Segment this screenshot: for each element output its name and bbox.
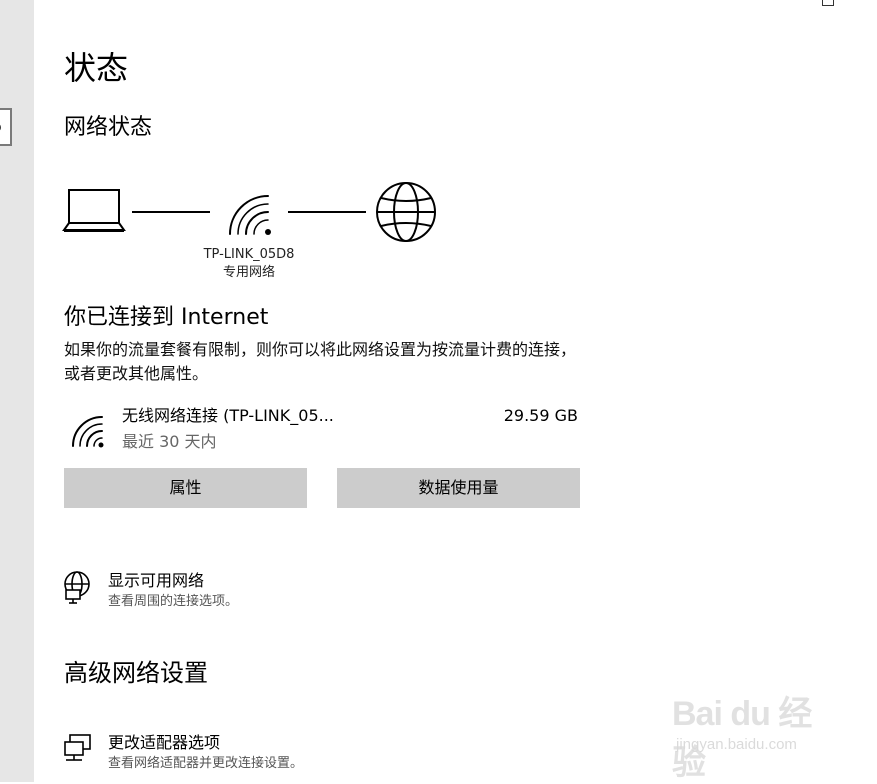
search-box-edge[interactable]: ρ [0, 108, 12, 146]
connection-description: 如果你的流量套餐有限制，则你可以将此网络设置为按流量计费的连接，或者更改其他属性… [64, 340, 577, 383]
laptop-icon [62, 189, 126, 232]
connection-status-title: 你已连接到 Internet [64, 305, 269, 330]
search-icon: ρ [0, 120, 2, 134]
change-adapter-title: 更改适配器选项 [108, 733, 221, 752]
watermark-site: jingyan.baidu.com [676, 736, 797, 753]
network-status-heading: 网络状态 [64, 115, 153, 140]
adapter-name: 无线网络连接 (TP-LINK_05... [122, 406, 334, 425]
network-name: TP-LINK_05D8 [203, 247, 295, 262]
page-title: 状态 [64, 49, 129, 87]
data-usage-button[interactable]: 数据使用量 [337, 468, 580, 508]
globe-network-icon [64, 571, 90, 604]
network-type: 专用网络 [222, 265, 275, 280]
left-nav-strip: ρ [0, 0, 34, 782]
globe-icon [376, 182, 436, 242]
window-control-icon[interactable] [822, 0, 834, 6]
properties-button[interactable]: 属性 [64, 468, 307, 508]
adapter-usage-period: 最近 30 天内 [122, 432, 217, 451]
adapter-wifi-icon [72, 416, 104, 448]
network-diagram [62, 182, 436, 242]
show-networks-title: 显示可用网络 [108, 571, 205, 590]
change-adapter-options-link[interactable]: 更改适配器选项 查看网络适配器并更改连接设置。 [62, 732, 462, 780]
adapter-icon [64, 734, 91, 761]
baidu-watermark: Bai du 经验 jingyan.baidu.com [672, 686, 842, 782]
show-available-networks-link[interactable]: 显示可用网络 查看周围的连接选项。 [62, 570, 462, 618]
advanced-settings-heading: 高级网络设置 [64, 659, 208, 687]
watermark-logo: Bai du 经验 [672, 695, 812, 782]
show-networks-subtitle: 查看周围的连接选项。 [108, 594, 239, 609]
wifi-icon [229, 195, 271, 235]
change-adapter-subtitle: 查看网络适配器并更改连接设置。 [108, 756, 304, 771]
adapter-data-usage: 29.59 GB [503, 406, 578, 425]
